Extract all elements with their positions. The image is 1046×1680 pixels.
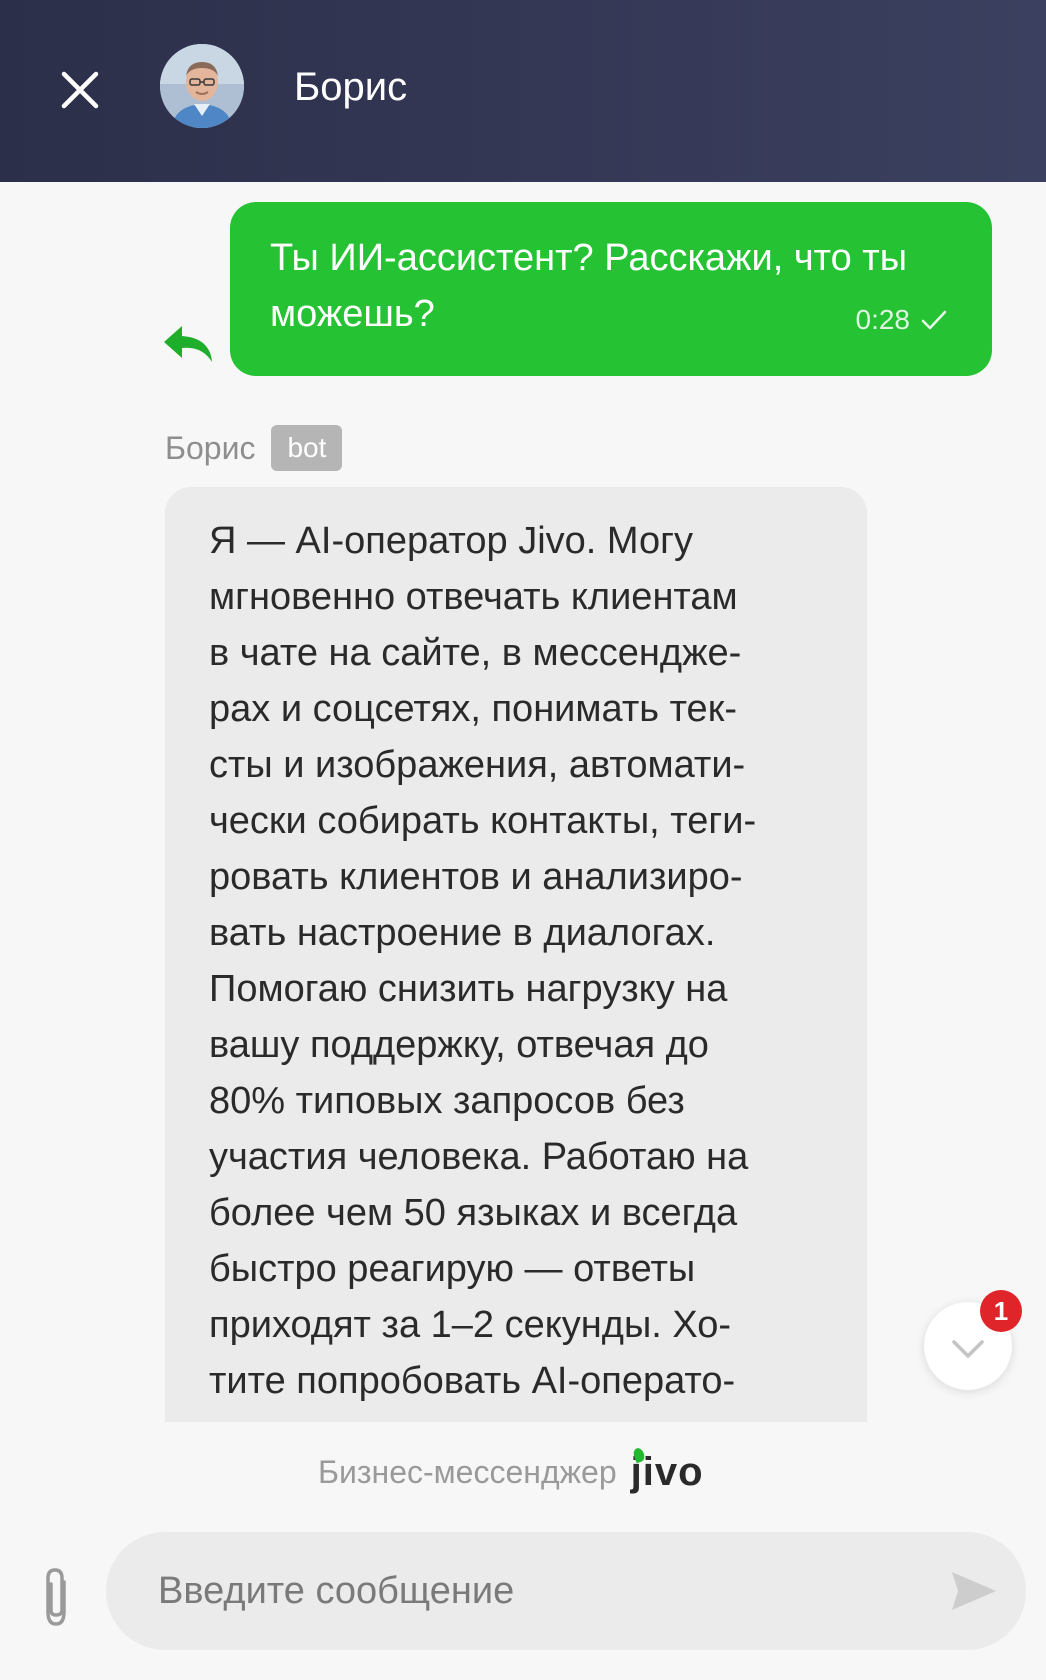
unread-count-badge: 1 [980,1290,1022,1332]
attach-button[interactable] [36,1562,76,1632]
user-message-bubble: Ты ИИ-ассистент? Расскажи, что ты можешь… [230,202,992,376]
close-button[interactable] [52,62,108,118]
bot-message-line: ровать клиентов и анализиро- [209,856,743,898]
chat-header: Борис [0,0,1046,182]
message-meta: 0:28 [856,292,949,348]
bot-message-bubble: Я — AI-оператор Jivo. Могу мгновенно отв… [165,487,867,1422]
bot-message-line: вашу поддержку, отвечая до [209,1024,709,1066]
bot-message-line: Я — AI-оператор Jivo. Могу [209,520,693,562]
composer [106,1532,1026,1650]
bot-message-line: быстро реагирую — ответы [209,1248,696,1290]
bot-message-line: более чем 50 языках и всегда [209,1192,738,1234]
bot-sender-header: Борис bot [165,424,343,472]
send-button[interactable] [948,1566,1000,1616]
close-icon [61,71,99,109]
send-icon [952,1572,996,1610]
bot-badge: bot [271,425,343,471]
bot-message-line: Помогаю снизить нагрузку на [209,968,728,1010]
bot-message-line: рах и соцсетях, понимать тек- [209,688,737,730]
bot-sender-name: Борис [165,429,256,466]
bot-message-line: чески собирать контакты, теги- [209,800,757,842]
message-time: 0:28 [855,304,911,335]
avatar [160,44,244,128]
message-input[interactable] [158,1558,918,1624]
branding-text: Бизнес-мессенджер [318,1453,617,1490]
user-message-text: Ты ИИ-ассистент? Расскажи, что ты можешь… [270,237,908,335]
bot-message-line: в чате на сайте, в мессендже- [209,632,742,674]
bot-message-line: мгновенно отвечать клиентам [209,576,738,618]
bot-message-line: вать настроение в диалогах. [209,912,716,954]
jivo-logo: jivo [631,1446,704,1495]
bot-message-line: сты и изображения, автомати- [209,744,746,786]
reply-button[interactable] [160,322,220,366]
branding-link[interactable]: Бизнес-мессенджер jivo [318,1442,704,1502]
bot-message-line: тите попробовать AI-операто- [209,1360,736,1402]
check-icon [921,310,947,330]
bot-message-line: приходят за 1–2 секунды. Хо- [209,1304,732,1346]
bot-message-line: участия человека. Работаю на [209,1136,749,1178]
paperclip-icon [46,1568,66,1626]
reply-icon [164,326,212,362]
chat-messages[interactable]: Ты ИИ-ассистент? Расскажи, что ты можешь… [0,182,1046,1422]
bot-message-line: 80% типовых запросов без [209,1080,685,1122]
agent-name: Борис [294,65,408,109]
